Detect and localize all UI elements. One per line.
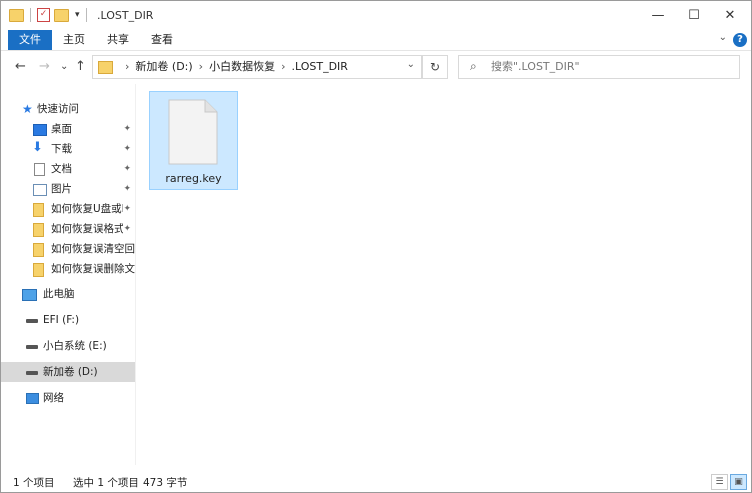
breadcrumb-item-folder[interactable]: 小白数据恢复 (209, 60, 275, 73)
explorer-window: ✓ ▾ .LOST_DIR — ☐ ✕ 文件 主页 共享 查看 ⌄ ? ← → … (0, 0, 752, 493)
breadcrumb-separator[interactable]: › (281, 60, 285, 73)
sidebar-item-label: EFI (F:) (43, 314, 80, 326)
title-bar: ✓ ▾ .LOST_DIR — ☐ ✕ (1, 1, 751, 30)
pin-icon: ✦ (123, 144, 131, 154)
folder-icon (98, 61, 113, 74)
search-placeholder: 搜索".LOST_DIR" (491, 60, 580, 73)
sidebar-item-folder[interactable]: 如何恢复误删除文件 (1, 259, 135, 279)
properties-icon[interactable]: ✓ (37, 8, 50, 22)
sidebar-item-label: 图片 (51, 183, 72, 195)
file-list[interactable]: rarreg.key (137, 84, 751, 465)
computer-icon (22, 289, 37, 301)
search-icon: ⌕ (470, 59, 477, 73)
document-icon (34, 163, 45, 176)
window-title: .LOST_DIR (97, 9, 154, 22)
file-item[interactable]: rarreg.key (149, 91, 238, 190)
breadcrumb-item-drive[interactable]: 新加卷 (D:) (135, 60, 192, 73)
sidebar-item-folder[interactable]: 如何恢复误清空回收 (1, 239, 135, 259)
sidebar-item-label: 网络 (43, 392, 64, 404)
breadcrumb: › 新加卷 (D:) › 小白数据恢复 › .LOST_DIR (119, 56, 348, 78)
item-count: 1 个项目 (13, 477, 55, 489)
selected-count: 选中 1 个项目 (73, 477, 139, 489)
breadcrumb-separator: › (125, 60, 130, 73)
sidebar-item-drive-system[interactable]: 小白系统 (E:) (1, 336, 135, 356)
close-button[interactable]: ✕ (712, 1, 748, 30)
sidebar-item-label: 如何恢复误删除文件 (51, 263, 135, 275)
file-icon (168, 99, 218, 165)
sidebar-item-downloads[interactable]: ⬇ 下载 ✦ (1, 139, 135, 159)
up-button[interactable]: ↑ (75, 59, 86, 74)
search-input[interactable]: ⌕ 搜索".LOST_DIR" (458, 55, 740, 79)
file-name: rarreg.key (165, 172, 222, 185)
sidebar-item-this-pc[interactable]: 此电脑 (1, 284, 135, 304)
forward-button[interactable]: → (39, 59, 50, 74)
sidebar-item-desktop[interactable]: 桌面 ✦ (1, 119, 135, 139)
toolbar-divider (85, 8, 87, 22)
address-bar[interactable]: › 新加卷 (D:) › 小白数据恢复 › .LOST_DIR ⌄ (92, 55, 422, 79)
recent-locations-button[interactable]: ⌄ (60, 61, 68, 72)
sidebar-item-drive-efi[interactable]: EFI (F:) (1, 310, 135, 330)
maximize-button[interactable]: ☐ (676, 1, 712, 30)
navigation-pane: ★ 快速访问 桌面 ✦ ⬇ 下载 ✦ 文档 ✦ 图片 ✦ 如何恢复U盘或P ✦ (1, 93, 135, 465)
expand-ribbon-icon[interactable]: ⌄ (719, 32, 727, 43)
status-bar: 1 个项目 选中 1 个项目 473 字节 ☰ ▣ (1, 471, 751, 492)
sidebar-item-label: 快速访问 (37, 103, 79, 115)
sidebar-item-documents[interactable]: 文档 ✦ (1, 159, 135, 179)
folder-icon (9, 8, 24, 22)
pin-icon: ✦ (123, 224, 131, 234)
tab-view[interactable]: 查看 (144, 30, 180, 50)
selected-size: 473 字节 (143, 477, 188, 489)
minimize-button[interactable]: — (640, 1, 676, 30)
sidebar-item-folder[interactable]: 如何恢复误格式( ✦ (1, 219, 135, 239)
star-icon: ★ (22, 102, 33, 116)
customize-toolbar-icon[interactable]: ▾ (75, 10, 80, 20)
pane-divider[interactable] (135, 84, 136, 465)
navigation-bar: ← → ⌄ ↑ › 新加卷 (D:) › 小白数据恢复 › .LOST_DIR ⌄ ↻ ⌕… (1, 51, 751, 83)
sidebar-item-label: 小白系统 (E:) (43, 340, 107, 352)
new-folder-icon[interactable] (54, 8, 69, 22)
tab-share[interactable]: 共享 (100, 30, 136, 50)
picture-icon (33, 184, 47, 196)
chevron-down-icon[interactable]: ⌄ (407, 59, 415, 70)
breadcrumb-item-current[interactable]: .LOST_DIR (291, 60, 347, 73)
pin-icon: ✦ (123, 184, 131, 194)
pin-icon: ✦ (123, 164, 131, 174)
desktop-icon (33, 124, 47, 136)
sidebar-item-label: 如何恢复U盘或P (51, 203, 123, 215)
breadcrumb-separator[interactable]: › (199, 60, 203, 73)
drive-icon (26, 371, 38, 375)
sidebar-item-pictures[interactable]: 图片 ✦ (1, 179, 135, 199)
help-icon[interactable]: ? (733, 33, 747, 47)
sidebar-item-network[interactable]: 网络 (1, 388, 135, 408)
quick-access-toolbar: ✓ ▾ (9, 8, 89, 22)
sidebar-item-quick-access[interactable]: ★ 快速访问 (1, 99, 135, 119)
pin-icon: ✦ (123, 124, 131, 134)
sidebar-item-label: 下载 (51, 143, 72, 155)
folder-icon (33, 243, 44, 257)
drive-icon (26, 319, 38, 323)
folder-icon (33, 263, 44, 277)
tab-home[interactable]: 主页 (56, 30, 92, 50)
large-icons-view-button[interactable]: ▣ (730, 474, 747, 490)
tab-file[interactable]: 文件 (8, 30, 52, 50)
drive-icon (26, 345, 38, 349)
ribbon-tabs: 文件 主页 共享 查看 ⌄ ? (1, 30, 751, 51)
toolbar-divider (30, 8, 31, 22)
sidebar-item-label: 文档 (51, 163, 72, 175)
sidebar-item-label: 如何恢复误格式( (51, 223, 123, 235)
network-icon (26, 393, 39, 404)
sidebar-item-drive-new-volume[interactable]: 新加卷 (D:) (1, 362, 135, 382)
sidebar-item-label: 如何恢复误清空回收 (51, 243, 135, 255)
sidebar-item-label: 新加卷 (D:) (43, 366, 98, 378)
folder-icon (33, 203, 44, 217)
download-icon: ⬇ (32, 140, 43, 155)
sidebar-item-folder[interactable]: 如何恢复U盘或P ✦ (1, 199, 135, 219)
sidebar-item-label: 桌面 (51, 123, 72, 135)
folder-icon (33, 223, 44, 237)
pin-icon: ✦ (123, 204, 131, 214)
back-button[interactable]: ← (15, 59, 26, 74)
refresh-button[interactable]: ↻ (422, 55, 448, 79)
sidebar-item-label: 此电脑 (43, 288, 75, 300)
details-view-button[interactable]: ☰ (711, 474, 728, 490)
